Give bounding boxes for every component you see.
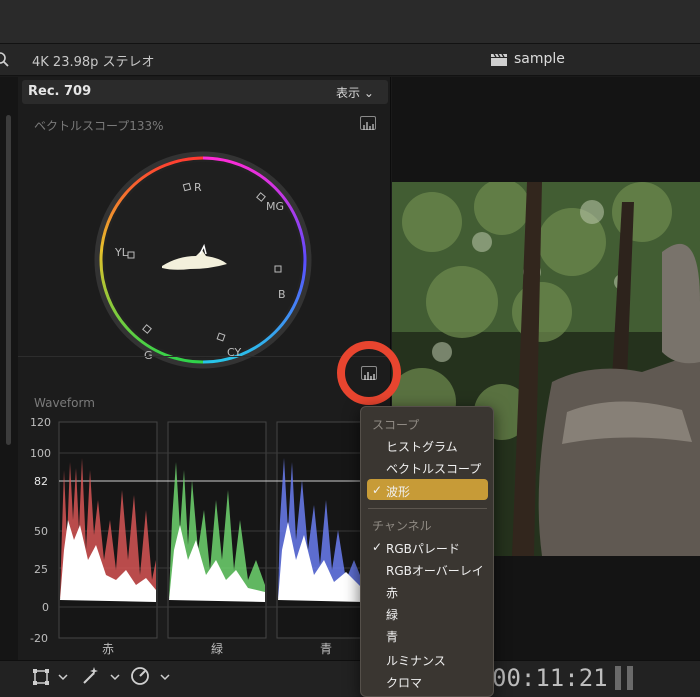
menu-section-channel: チャンネル xyxy=(372,519,432,533)
waveform-title: Waveform xyxy=(34,396,95,410)
svg-text:-20: -20 xyxy=(30,632,48,645)
menu-item-red[interactable]: 赤 xyxy=(386,584,398,601)
vector-target-mg: MG xyxy=(266,200,284,213)
clapperboard-icon xyxy=(491,53,507,66)
menu-item-histogram[interactable]: ヒストグラム xyxy=(386,438,458,455)
chevron-down-icon[interactable] xyxy=(110,673,120,681)
svg-text:25: 25 xyxy=(34,563,48,576)
menu-item-green[interactable]: 緑 xyxy=(386,606,398,623)
menu-item-luminance[interactable]: ルミナンス xyxy=(386,652,446,669)
svg-text:82: 82 xyxy=(34,475,48,488)
view-menu-button[interactable]: 表示 ⌄ xyxy=(336,84,374,101)
chevron-down-icon[interactable] xyxy=(160,673,170,681)
vector-target-r: R xyxy=(194,181,202,194)
vectorscope-title: ベクトルスコープ133% xyxy=(34,119,164,133)
project-name: sample xyxy=(514,51,565,67)
chevron-down-icon[interactable] xyxy=(58,673,68,681)
svg-text:0: 0 xyxy=(42,601,49,614)
vector-target-cy: CY xyxy=(227,346,241,359)
menu-item-blue[interactable]: 青 xyxy=(386,628,398,645)
menu-item-chroma[interactable]: クロマ xyxy=(386,674,422,691)
menu-item-waveform-label: 波形 xyxy=(386,485,411,499)
svg-text:100: 100 xyxy=(30,447,51,460)
vector-target-b: B xyxy=(278,288,286,301)
menu-item-vectorscope[interactable]: ベクトルスコープ xyxy=(386,460,481,477)
top-toolbar xyxy=(0,0,700,44)
transform-icon[interactable] xyxy=(32,668,50,686)
menu-item-rgb-parade[interactable]: RGBパレード xyxy=(386,540,460,557)
checkmark-icon: ✓ xyxy=(372,540,383,554)
svg-text:120: 120 xyxy=(30,416,51,429)
highlight-ring xyxy=(337,341,401,405)
timecode-display: 00:11:21 xyxy=(492,664,608,692)
color-space-label: Rec. 709 xyxy=(28,84,92,99)
svg-text:赤: 赤 xyxy=(102,642,114,656)
vectorscope-display: R MG B CY G YL xyxy=(94,151,312,369)
speed-icon[interactable] xyxy=(130,666,150,686)
waveform-display: 120 100 82 50 25 0 -20 赤 緑 青 xyxy=(30,416,365,656)
svg-text:50: 50 xyxy=(34,525,48,538)
format-label: 4K 23.98p ステレオ xyxy=(32,55,155,70)
pause-icon[interactable] xyxy=(612,664,636,692)
magic-wand-icon[interactable] xyxy=(80,666,100,686)
menu-item-rgb-overlay[interactable]: RGBオーバーレイ xyxy=(386,562,484,579)
vectorscope-settings-icon[interactable] xyxy=(360,116,376,130)
svg-text:緑: 緑 xyxy=(211,641,223,656)
scope-divider xyxy=(18,356,391,357)
vector-target-yl: YL xyxy=(114,246,129,259)
menu-separator xyxy=(368,508,487,509)
menu-section-scope: スコープ xyxy=(372,418,420,432)
scopes-scrollbar[interactable] xyxy=(6,115,11,445)
svg-text:青: 青 xyxy=(320,642,332,656)
search-icon[interactable] xyxy=(0,52,10,68)
checkmark-icon: ✓ xyxy=(372,483,383,497)
